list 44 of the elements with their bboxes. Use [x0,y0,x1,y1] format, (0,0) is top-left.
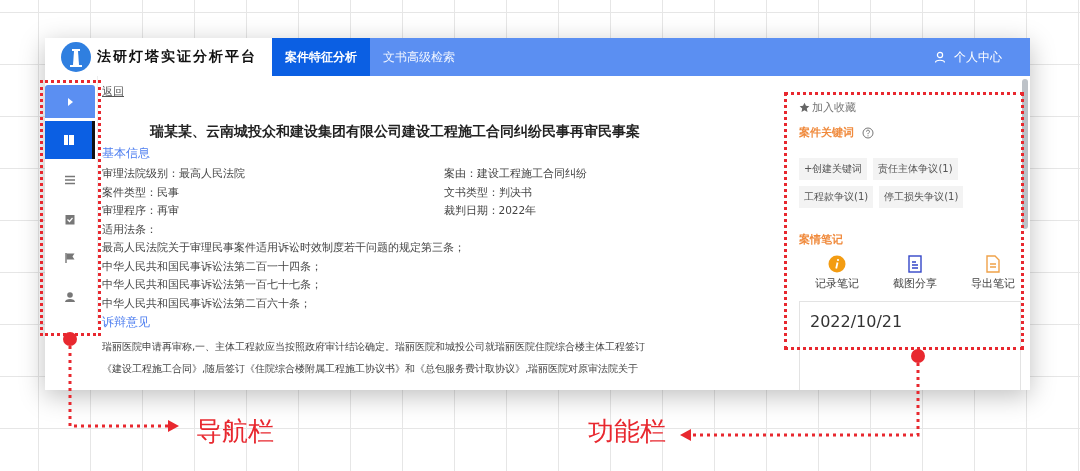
keyword-tag[interactable]: +创建关键词 [799,158,868,180]
law-article: 最高人民法院关于审理民事案件适用诉讼时效制度若干问题的规定第三条； [102,240,466,255]
favorite-button[interactable]: 加入收藏 [799,100,856,115]
note-action-button[interactable]: 导出笔记 [971,255,1015,291]
law-article: 中华人民共和国民事诉讼法第二百六十条； [102,295,312,311]
file-icon [984,255,1002,273]
info-field: 裁判日期：2022年 [443,201,785,220]
case-title: 瑞某某、云南城投众和建设集团有限公司建设工程施工合同纠纷民事再审民事案 [150,123,641,141]
nav-tab[interactable]: 案件特征分析 [272,38,370,76]
note-date: 2022/10/21 [810,312,903,331]
annotation-label: 功能栏 [588,415,666,448]
panel-heading: 案件关键词 [799,125,854,140]
section-heading: 诉辩意见 [102,314,151,331]
star-icon [799,102,810,113]
law-article: 中华人民共和国民事诉讼法第一百七十七条； [102,277,323,292]
app-title: 法研灯塔实证分析平台 [97,48,257,66]
help-icon[interactable] [862,126,874,139]
law-article: 中华人民共和国民事诉讼法第二百一十四条； [102,258,323,274]
person-icon [64,291,76,303]
argument-text: 《建设工程施工合同》,随后签订《住院综合楼附属工程施工协议书》和《总包服务费计取协议》,瑞丽医院对原审法院关于 [102,362,640,376]
info-field: 案件类型：民事 [102,182,444,201]
note-action-button[interactable]: 截图分享 [893,255,937,291]
keyword-tag[interactable]: 工程款争议(1) [799,186,874,208]
info-field: 审理法院级别：最高人民法院 [102,164,444,183]
back-link[interactable]: 返回 [102,84,124,99]
keyword-tag[interactable]: 停工损失争议(1) [879,186,964,208]
keyword-tag[interactable]: 责任主体争议(1) [873,158,958,180]
annotation-label: 导航栏 [196,415,274,448]
info-field: 文书类型：判决书 [443,182,785,201]
panel-heading: 案情笔记 [799,232,844,247]
user-icon [934,51,946,63]
info-icon [828,255,846,273]
laws-label: 适用法条： [102,221,158,237]
argument-text: 瑞丽医院申请再审称,一、主体工程款应当按照政府审计结论确定。瑞丽医院和城投公司就瑞丽医院住院综合楼主体工程签订 [102,340,647,354]
flag-icon [64,252,76,264]
menu-icon [64,174,76,186]
note-action-button[interactable]: 记录笔记 [815,255,859,291]
info-field: 审理程序：再审 [102,201,444,220]
section-heading: 基本信息 [102,145,151,162]
scrollbar[interactable] [1022,79,1028,229]
document-icon [906,255,924,273]
clipboard-icon [64,213,76,225]
info-field: 案由：建设工程施工合同纠纷 [443,164,785,183]
sidebar-item[interactable] [45,121,95,159]
